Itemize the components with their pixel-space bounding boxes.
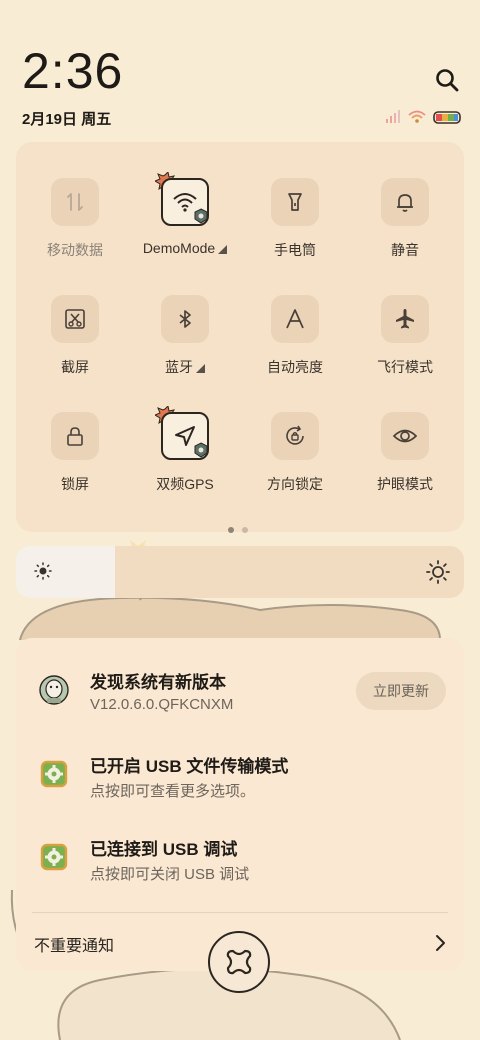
brightness-slider[interactable]: [16, 546, 464, 598]
tile-screenshot[interactable]: 截屏: [20, 295, 130, 395]
tile-wifi[interactable]: DemoMode: [130, 172, 240, 278]
battery-icon: [433, 111, 461, 124]
notification-text: V12.0.6.0.QFKCNXM: [90, 696, 234, 713]
page-indicator: [228, 520, 256, 538]
bell-icon: [397, 194, 413, 212]
tile-airplane[interactable]: 飞行模式: [350, 295, 460, 395]
tile-label: 双频GPS: [156, 476, 214, 492]
auto-brightness-button[interactable]: [271, 295, 319, 343]
tile-label: 锁屏: [61, 476, 89, 492]
tile-silent[interactable]: 静音: [350, 178, 460, 278]
page-dot-active[interactable]: [228, 527, 234, 533]
clock-time: 2:36: [22, 43, 124, 99]
wifi-status-icon: [408, 110, 426, 123]
page-dot[interactable]: [242, 527, 248, 533]
notification-usb-transfer[interactable]: 已开启 USB 文件传输模式 点按即可查看更多选项。: [16, 722, 464, 800]
bluetooth-icon: [179, 310, 191, 328]
tile-label: 护眼模式: [377, 476, 433, 492]
lock-screen-button[interactable]: [51, 412, 99, 460]
notification-usb-debugging[interactable]: 已连接到 USB 调试 点按即可关闭 USB 调试: [16, 805, 464, 883]
update-robot-icon: [39, 675, 69, 705]
notification-title: 发现系统有新版本: [90, 673, 226, 692]
silent-button[interactable]: [381, 178, 429, 226]
tile-bluetooth[interactable]: 蓝牙: [130, 295, 240, 395]
tile-label: 移动数据: [47, 242, 103, 258]
clear-notifications-button[interactable]: [208, 931, 270, 993]
notification-text: 点按即可查看更多选项。: [90, 783, 256, 800]
rotation-lock-button[interactable]: [271, 412, 319, 460]
screenshot-button[interactable]: [51, 295, 99, 343]
tile-flashlight[interactable]: 手电筒: [240, 178, 350, 278]
rotation-lock-icon: [286, 425, 304, 445]
badge-icon: [194, 442, 208, 458]
tile-auto-brightness[interactable]: 自动亮度: [240, 295, 350, 395]
tile-lock-screen[interactable]: 锁屏: [20, 412, 130, 512]
update-now-button[interactable]: 立即更新: [356, 672, 446, 710]
tile-label: 方向锁定: [267, 476, 323, 492]
tile-label: 蓝牙: [130, 357, 240, 377]
brightness-fill: [16, 546, 115, 598]
airplane-icon: [396, 309, 414, 329]
settings-gear-icon: [40, 843, 68, 871]
unimportant-notifications-link[interactable]: 不重要通知: [34, 932, 114, 956]
tile-label: 自动亮度: [267, 359, 323, 375]
mobile-data-button[interactable]: [51, 178, 99, 226]
clock-date: 2月19日 周五: [22, 111, 112, 128]
bluetooth-button[interactable]: [161, 295, 209, 343]
search-icon[interactable]: [432, 66, 462, 96]
brightness-high-icon: [426, 560, 450, 584]
auto-brightness-icon: [286, 309, 304, 329]
lock-icon: [67, 427, 83, 446]
expand-triangle-icon: [218, 245, 228, 254]
tile-eye-care[interactable]: 护眼模式: [350, 412, 460, 512]
flashlight-button[interactable]: [271, 178, 319, 226]
tile-rotation-lock[interactable]: 方向锁定: [240, 412, 350, 512]
screenshot-icon: [65, 309, 85, 329]
tile-label: DemoMode: [130, 240, 240, 256]
clear-all-icon: [226, 949, 252, 975]
expand-triangle-icon: [196, 364, 205, 373]
tile-label: 静音: [391, 242, 419, 258]
notification-system-update[interactable]: 发现系统有新版本 V12.0.6.0.QFKCNXM 立即更新: [16, 638, 464, 713]
notification-text: 点按即可关闭 USB 调试: [90, 866, 250, 883]
tile-label: 手电筒: [274, 242, 316, 258]
status-bar-icons: [386, 110, 461, 124]
eye-icon: [392, 429, 418, 443]
quick-settings-panel: 移动数据 DemoMode 手电筒 静音 截屏 蓝牙 自动亮度 飞行模式 锁屏 …: [16, 142, 464, 532]
signal-icon: [386, 110, 400, 123]
flashlight-icon: [288, 193, 302, 211]
notification-title: 已开启 USB 文件传输模式: [90, 757, 289, 776]
divider: [32, 912, 448, 913]
airplane-button[interactable]: [381, 295, 429, 343]
notification-panel: 发现系统有新版本 V12.0.6.0.QFKCNXM 立即更新 已开启 USB …: [16, 638, 464, 971]
eye-care-button[interactable]: [381, 412, 429, 460]
chevron-right-icon[interactable]: [434, 934, 446, 952]
tile-label: 截屏: [61, 359, 89, 375]
tile-label: 飞行模式: [377, 359, 433, 375]
mobile-data-icon: [67, 193, 83, 211]
settings-gear-icon: [40, 760, 68, 788]
notification-title: 已连接到 USB 调试: [90, 840, 238, 859]
badge-icon: [194, 208, 208, 224]
tile-gps[interactable]: 双频GPS: [130, 406, 240, 512]
brightness-low-icon: [34, 562, 52, 580]
tile-mobile-data[interactable]: 移动数据: [20, 178, 130, 278]
